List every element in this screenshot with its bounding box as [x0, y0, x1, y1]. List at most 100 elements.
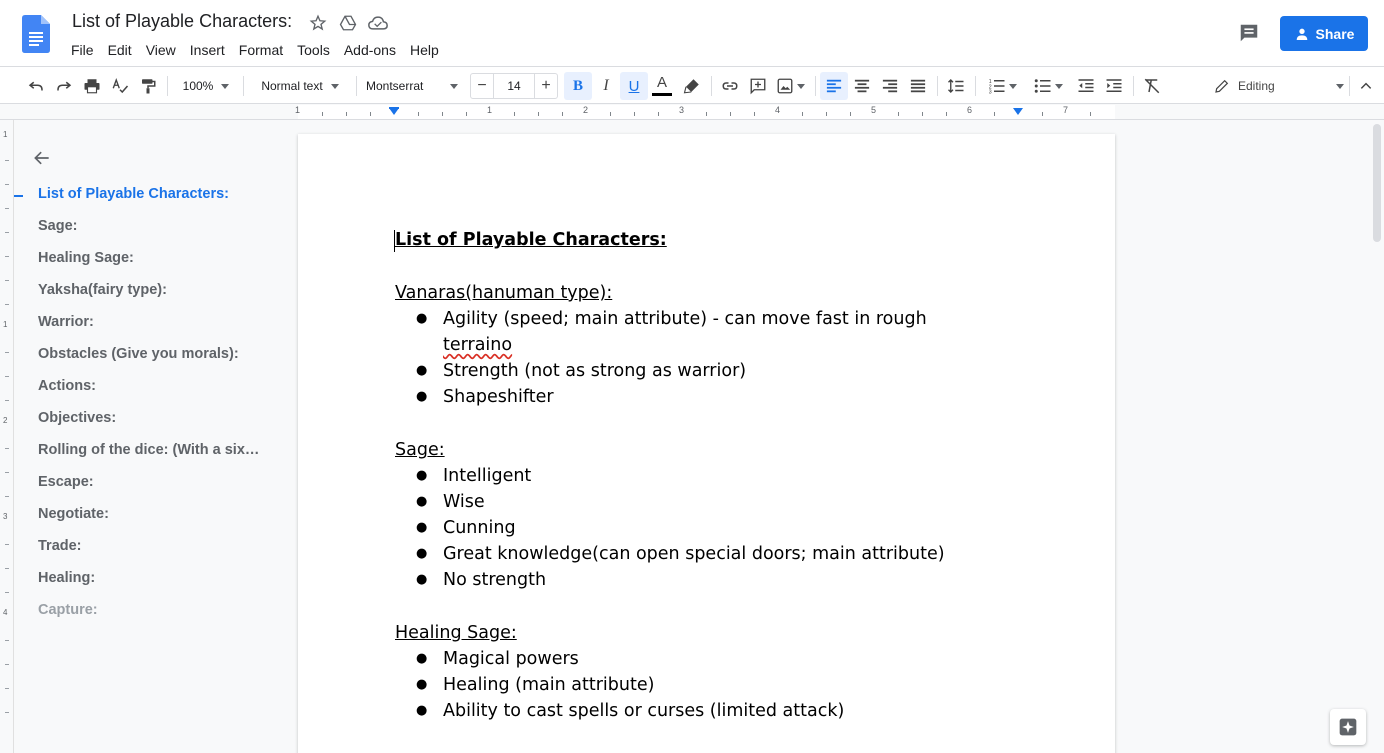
scroll-thumb[interactable]: [1373, 124, 1381, 242]
list-item[interactable]: Strength (not as strong as warrior): [395, 358, 1015, 384]
doc-title-heading[interactable]: List of Playable Characters:: [395, 227, 1015, 253]
section-heading[interactable]: Healing Sage:: [395, 620, 1015, 646]
vertical-ruler[interactable]: 1 1 2 3 4: [0, 120, 14, 753]
share-button[interactable]: Share: [1280, 16, 1368, 51]
list-item[interactable]: No strength: [395, 567, 1015, 593]
add-comment-icon[interactable]: [744, 72, 772, 100]
menu-add-ons[interactable]: Add-ons: [337, 40, 403, 60]
ruler-tick: [634, 112, 635, 116]
outline-item[interactable]: Healing:: [38, 570, 95, 586]
section-heading[interactable]: Vanaras(hanuman type):: [395, 280, 1015, 306]
redo-icon[interactable]: [50, 72, 78, 100]
menu-edit[interactable]: Edit: [101, 40, 139, 60]
font-size-input[interactable]: 14: [493, 74, 535, 98]
chevron-down-icon: [1054, 83, 1063, 89]
outline-item[interactable]: Yaksha(fairy type):: [38, 282, 167, 298]
document-page[interactable]: List of Playable Characters: Vanaras(han…: [298, 134, 1115, 753]
list-item[interactable]: Magical powers: [395, 646, 1015, 672]
outline-item[interactable]: Sage:: [38, 218, 78, 234]
outline-fade: [14, 660, 284, 753]
menu-help[interactable]: Help: [403, 40, 446, 60]
ruler-number: 1: [295, 105, 301, 115]
vertical-scrollbar[interactable]: [1370, 120, 1384, 753]
menu-view[interactable]: View: [139, 40, 183, 60]
section-heading[interactable]: Sage:: [395, 437, 1015, 463]
list-item[interactable]: Intelligent: [395, 463, 1015, 489]
list-item[interactable]: Ability to cast spells or curses (limite…: [395, 698, 1015, 724]
align-right-icon[interactable]: [876, 72, 904, 100]
outline-item[interactable]: Warrior:: [38, 314, 94, 330]
arrow-back-icon[interactable]: [32, 148, 54, 170]
ruler-tick: [5, 304, 9, 305]
menu-file[interactable]: File: [64, 40, 101, 60]
bulleted-list-icon[interactable]: [1028, 72, 1068, 100]
font-size-stepper[interactable]: − 14 +: [470, 73, 558, 99]
ruler-tick: [346, 112, 347, 116]
list-item[interactable]: Shapeshifter: [395, 384, 1015, 410]
list-item[interactable]: Wise: [395, 489, 1015, 515]
toolbar-divider: [167, 76, 168, 96]
first-line-indent-marker[interactable]: [389, 107, 399, 109]
ruler-tick: [538, 112, 539, 116]
outline-item[interactable]: Rolling of the dice: (With a six…: [38, 442, 259, 458]
paint-format-icon[interactable]: [134, 72, 162, 100]
document-body[interactable]: List of Playable Characters: Vanaras(han…: [394, 227, 1015, 724]
menu-insert[interactable]: Insert: [183, 40, 232, 60]
list-item[interactable]: Agility (speed; main attribute) - can mo…: [395, 306, 1015, 358]
outline-item[interactable]: Objectives:: [38, 410, 116, 426]
line-spacing-icon[interactable]: [942, 72, 970, 100]
decrease-indent-icon[interactable]: [1072, 72, 1100, 100]
move-to-drive-icon[interactable]: [338, 13, 358, 33]
outline-item[interactable]: Actions:: [38, 378, 96, 394]
bold-button[interactable]: B: [564, 72, 592, 100]
menu-tools[interactable]: Tools: [290, 40, 337, 60]
decrease-font-size-button[interactable]: −: [471, 77, 493, 95]
font-select[interactable]: Montserrat: [366, 72, 462, 100]
zoom-select[interactable]: 100%: [176, 72, 236, 100]
editing-mode-select[interactable]: Editing: [1214, 72, 1344, 100]
insert-image-icon[interactable]: [772, 72, 808, 100]
left-indent-marker[interactable]: [389, 108, 399, 115]
comment-history-icon[interactable]: [1236, 20, 1262, 46]
outline-item[interactable]: Trade:: [38, 538, 82, 554]
outline-item[interactable]: Negotiate:: [38, 506, 109, 522]
undo-icon[interactable]: [22, 72, 50, 100]
outline-item[interactable]: Capture:: [38, 602, 98, 618]
text-color-button[interactable]: A: [648, 72, 676, 100]
horizontal-ruler[interactable]: 1 1 2 3 4 5 6 7: [0, 104, 1384, 120]
active-heading-marker: [14, 195, 23, 197]
menu-format[interactable]: Format: [232, 40, 290, 60]
align-left-icon[interactable]: [820, 72, 848, 100]
ruler-number: 2: [3, 416, 8, 425]
list-item[interactable]: Cunning: [395, 515, 1015, 541]
explore-button[interactable]: [1330, 709, 1366, 745]
paragraph-style-select[interactable]: Normal text: [252, 72, 348, 100]
increase-indent-icon[interactable]: [1100, 72, 1128, 100]
cloud-saved-icon[interactable]: [368, 13, 388, 33]
outline-item[interactable]: Healing Sage:: [38, 250, 134, 266]
ruler-tick: [5, 568, 9, 569]
star-icon[interactable]: [308, 13, 328, 33]
justify-icon[interactable]: [904, 72, 932, 100]
list-item[interactable]: Great knowledge(can open special doors; …: [395, 541, 1015, 567]
document-title[interactable]: List of Playable Characters:: [72, 11, 292, 32]
collapse-menus-icon[interactable]: [1352, 72, 1380, 100]
italic-button[interactable]: I: [592, 72, 620, 100]
spellcheck-icon[interactable]: [106, 72, 134, 100]
misspelled-word[interactable]: terraino: [443, 335, 512, 355]
list-item[interactable]: Healing (main attribute): [395, 672, 1015, 698]
outline-item[interactable]: Escape:: [38, 474, 94, 490]
print-icon[interactable]: [78, 72, 106, 100]
underline-button[interactable]: U: [620, 72, 648, 100]
outline-item[interactable]: List of Playable Characters:: [38, 186, 229, 202]
increase-font-size-button[interactable]: +: [535, 77, 557, 95]
clear-formatting-icon[interactable]: [1138, 72, 1166, 100]
docs-logo-icon[interactable]: [22, 15, 50, 53]
outline-item[interactable]: Obstacles (Give you morals):: [38, 346, 239, 362]
right-indent-marker[interactable]: [1013, 108, 1023, 115]
align-center-icon[interactable]: [848, 72, 876, 100]
numbered-list-icon[interactable]: 123: [982, 72, 1022, 100]
insert-link-icon[interactable]: [716, 72, 744, 100]
ruler-tick: [370, 112, 371, 116]
highlight-color-icon[interactable]: [678, 72, 706, 100]
